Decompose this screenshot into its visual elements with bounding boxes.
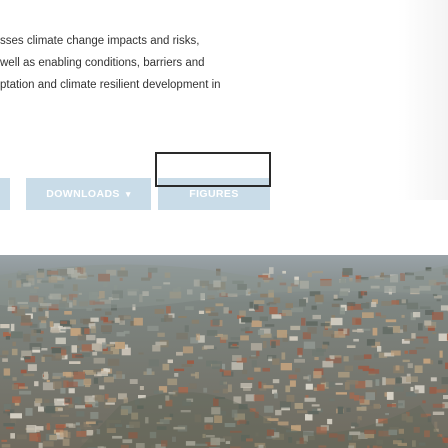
intro-line-3: ptation and climate resilient developmen…	[0, 79, 221, 91]
intro-line-2: well as enabling conditions, barriers an…	[0, 57, 205, 69]
page: sses climate change impacts and risks, w…	[0, 0, 448, 448]
downloads-button[interactable]: DOWNLOADS ▾	[26, 178, 151, 210]
hero-image	[0, 255, 448, 448]
figures-button-label: FIGURES	[189, 188, 239, 200]
intro-text: sses climate change impacts and risks, w…	[0, 30, 420, 96]
downloads-button-label: DOWNLOADS	[46, 188, 120, 200]
aerial-city-favela-photo	[0, 255, 448, 448]
read-button-partial[interactable]	[0, 178, 10, 210]
focus-highlight-box	[155, 152, 271, 187]
intro-line-1: sses climate change impacts and risks,	[0, 35, 200, 47]
chevron-down-icon: ▾	[125, 188, 131, 199]
